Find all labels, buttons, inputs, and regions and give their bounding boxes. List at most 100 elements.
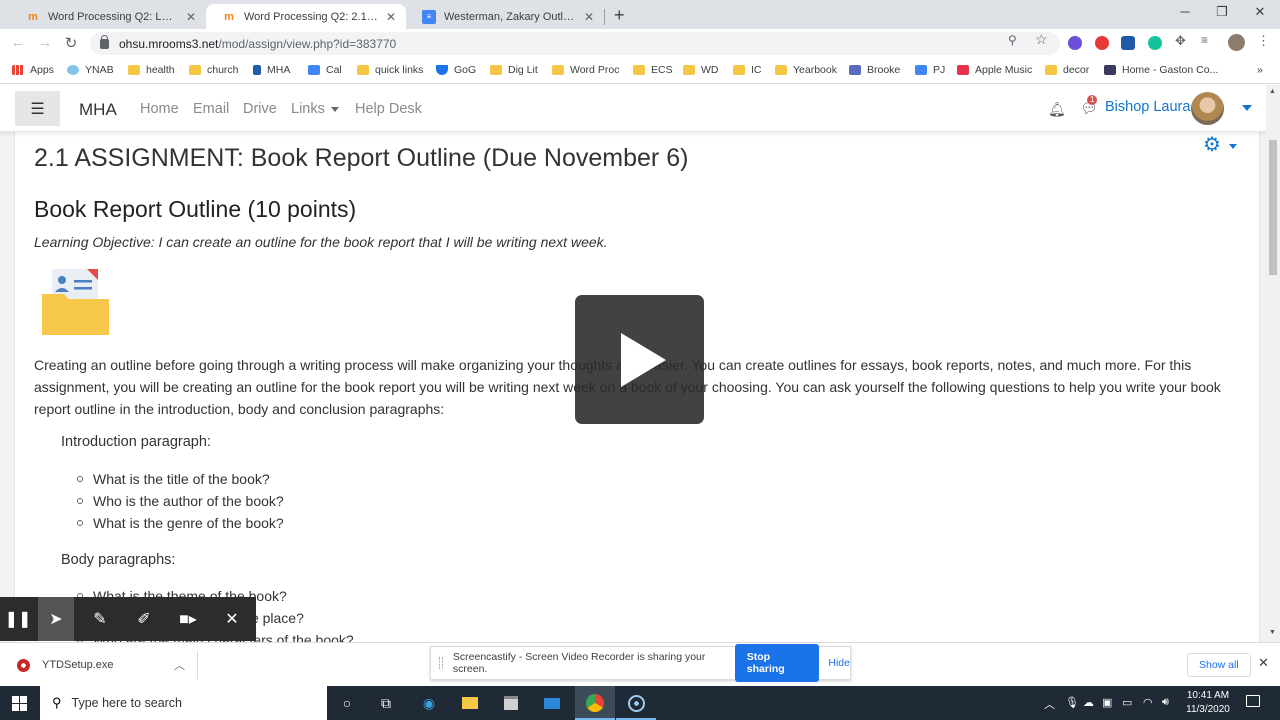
chrome-icon[interactable] xyxy=(585,693,605,713)
chevron-up-icon[interactable]: ︿ xyxy=(174,657,185,673)
page-title: 2.1 ASSIGNMENT: Book Report Outline (Due… xyxy=(34,144,689,172)
close-icon[interactable]: ✕ xyxy=(1258,655,1269,671)
page-scrollbar[interactable]: ▲ ▼ xyxy=(1266,85,1280,642)
extension-icon[interactable] xyxy=(1121,36,1135,50)
bookmark-ic[interactable]: IC xyxy=(733,64,762,76)
tray-app-icon[interactable]: ▣ xyxy=(1102,696,1112,709)
chrome-menu-icon[interactable]: ⋮ xyxy=(1257,33,1270,49)
bookmark-star-icon[interactable]: ☆ xyxy=(1035,31,1048,48)
maximize-icon[interactable]: ❐ xyxy=(1212,4,1232,20)
action-center-icon[interactable] xyxy=(1246,695,1260,707)
show-all-downloads-button[interactable]: Show all xyxy=(1187,653,1251,677)
edge-icon[interactable]: ◉ xyxy=(419,693,439,713)
forward-arrow-icon[interactable]: → xyxy=(36,34,54,51)
pause-recording-button[interactable]: ❚❚ xyxy=(0,597,36,641)
user-name[interactable]: Bishop Laura xyxy=(1105,99,1190,115)
volume-icon[interactable]: 🔊︎ xyxy=(1162,696,1169,709)
battery-icon[interactable]: ▭ xyxy=(1122,696,1132,709)
site-navbar: ☰ MHA Home Email Drive Links Help Desk 🔔… xyxy=(0,85,1266,132)
bookmark-church[interactable]: church xyxy=(189,64,239,76)
eraser-tool-button[interactable]: ✐ xyxy=(126,597,162,641)
scroll-up-icon[interactable]: ▲ xyxy=(1269,88,1276,95)
microphone-icon[interactable]: 🎙︎ xyxy=(1065,696,1079,709)
eraser-icon: ✐ xyxy=(137,611,151,628)
taskbar-clock[interactable]: 10:41 AM 11/3/2020 xyxy=(1182,689,1234,717)
pen-tool-button[interactable]: ✎ xyxy=(82,597,118,641)
bookmark-home-gaston[interactable]: Home - Gaston Co... xyxy=(1104,64,1218,76)
close-tab-icon[interactable]: ✕ xyxy=(384,10,398,24)
avatar[interactable] xyxy=(1191,92,1224,125)
bookmark-decor[interactable]: decor xyxy=(1045,64,1089,76)
tab-assignment[interactable]: m Word Processing Q2: 2.1 ASSIGN ✕ xyxy=(206,4,406,29)
tray-chevron-up-icon[interactable]: ︿ xyxy=(1044,696,1055,712)
bookmarks-bar: Apps YNAB health church MHA Cal quick li… xyxy=(0,58,1280,84)
wifi-icon[interactable]: ◠ xyxy=(1143,696,1153,709)
bookmark-wd[interactable]: WD xyxy=(683,64,719,76)
windows-start-icon[interactable] xyxy=(12,696,27,711)
bookmark-ecs[interactable]: ECS xyxy=(633,64,673,76)
task-view-icon[interactable]: ⧉ xyxy=(376,693,396,713)
scroll-down-icon[interactable]: ▼ xyxy=(1269,629,1276,636)
bookmark-health[interactable]: health xyxy=(128,64,175,76)
screen-recorder-icon[interactable] xyxy=(626,693,646,713)
zoom-icon[interactable]: ⚲ xyxy=(1008,33,1017,47)
bookmarks-overflow-button[interactable]: » xyxy=(1257,64,1263,76)
bookmark-yearbook[interactable]: Yearbook xyxy=(775,64,837,76)
nav-email-link[interactable]: Email xyxy=(193,101,229,117)
nav-home-link[interactable]: Home xyxy=(140,101,179,117)
hide-button[interactable]: Hide xyxy=(828,657,850,669)
stop-sharing-button[interactable]: Stop sharing xyxy=(734,644,820,682)
nav-helpdesk-link[interactable]: Help Desk xyxy=(355,101,422,117)
bookmark-quick-links[interactable]: quick links xyxy=(357,64,423,76)
nav-drive-link[interactable]: Drive xyxy=(243,101,277,117)
site-brand[interactable]: MHA xyxy=(79,100,117,120)
gear-icon[interactable]: ⚙ xyxy=(1203,132,1221,157)
profile-avatar-icon[interactable] xyxy=(1228,34,1245,51)
onedrive-cloud-icon[interactable]: ☁ xyxy=(1083,696,1094,709)
drag-handle-icon[interactable] xyxy=(439,657,443,669)
scrollbar-thumb[interactable] xyxy=(1269,140,1277,275)
reading-list-icon[interactable]: ≡ xyxy=(1201,33,1208,47)
address-bar[interactable]: ohsu.mrooms3.net/mod/assign/view.php?id=… xyxy=(90,32,1060,55)
bookmark-apple-music[interactable]: Apple Music xyxy=(957,64,1032,76)
minimize-icon[interactable]: ─ xyxy=(1175,4,1195,19)
settings-caret-icon[interactable] xyxy=(1229,144,1237,149)
bookmark-apps[interactable]: Apps xyxy=(12,64,54,76)
close-toolbar-button[interactable]: ✕ xyxy=(214,597,250,641)
notifications-bell-icon[interactable]: 🔔︎ xyxy=(1048,101,1066,118)
bookmark-brooke[interactable]: Brooke xyxy=(849,64,900,76)
tab-lesson[interactable]: m Word Processing Q2: LESSON: Ou ✕ xyxy=(10,4,206,29)
mail-icon[interactable] xyxy=(542,693,562,713)
nav-links-dropdown[interactable]: Links xyxy=(291,101,339,117)
folder-icon xyxy=(490,65,502,75)
download-item[interactable]: YTDSetup.exe ︿ xyxy=(10,651,198,679)
close-tab-icon[interactable]: ✕ xyxy=(582,10,596,24)
file-explorer-icon[interactable] xyxy=(460,693,480,713)
new-tab-plus-icon[interactable]: + xyxy=(614,5,625,26)
bookmark-pj[interactable]: PJ xyxy=(915,64,945,76)
bookmark-ynab[interactable]: YNAB xyxy=(67,64,114,76)
menu-hamburger-button[interactable]: ☰ xyxy=(15,91,60,126)
close-tab-icon[interactable]: ✕ xyxy=(184,10,198,24)
window-close-icon[interactable]: ✕ xyxy=(1250,4,1270,20)
back-arrow-icon[interactable]: ← xyxy=(9,34,27,51)
cursor-tool-button[interactable]: ➤ xyxy=(38,597,74,641)
bookmark-label: Home - Gaston Co... xyxy=(1122,64,1219,76)
extension-icon[interactable] xyxy=(1068,36,1082,50)
store-icon[interactable] xyxy=(501,693,521,713)
tab-outline-doc[interactable]: ≡ Westerman, Zakary Outline - Goo ✕ xyxy=(406,4,604,29)
reload-icon[interactable]: ↻ xyxy=(62,34,80,52)
user-menu-caret-icon[interactable] xyxy=(1242,105,1252,111)
bookmark-word-proc[interactable]: Word Proc xyxy=(552,64,619,76)
bookmark-cal[interactable]: Cal xyxy=(308,64,342,76)
video-play-button[interactable] xyxy=(575,295,704,424)
bookmark-gog[interactable]: GoG xyxy=(436,64,476,76)
extensions-puzzle-icon[interactable]: ✥ xyxy=(1175,33,1186,49)
bookmark-mha[interactable]: MHA xyxy=(253,64,290,76)
grammarly-icon[interactable] xyxy=(1148,36,1162,50)
bookmark-dig-lit[interactable]: Dig Lit xyxy=(490,64,538,76)
taskbar-search-input[interactable]: ⚲ Type here to search xyxy=(40,686,327,720)
cortana-icon[interactable]: ○ xyxy=(337,693,357,713)
screencastify-icon[interactable] xyxy=(1095,36,1109,50)
webcam-toggle-button[interactable]: ■▸ xyxy=(170,597,206,641)
